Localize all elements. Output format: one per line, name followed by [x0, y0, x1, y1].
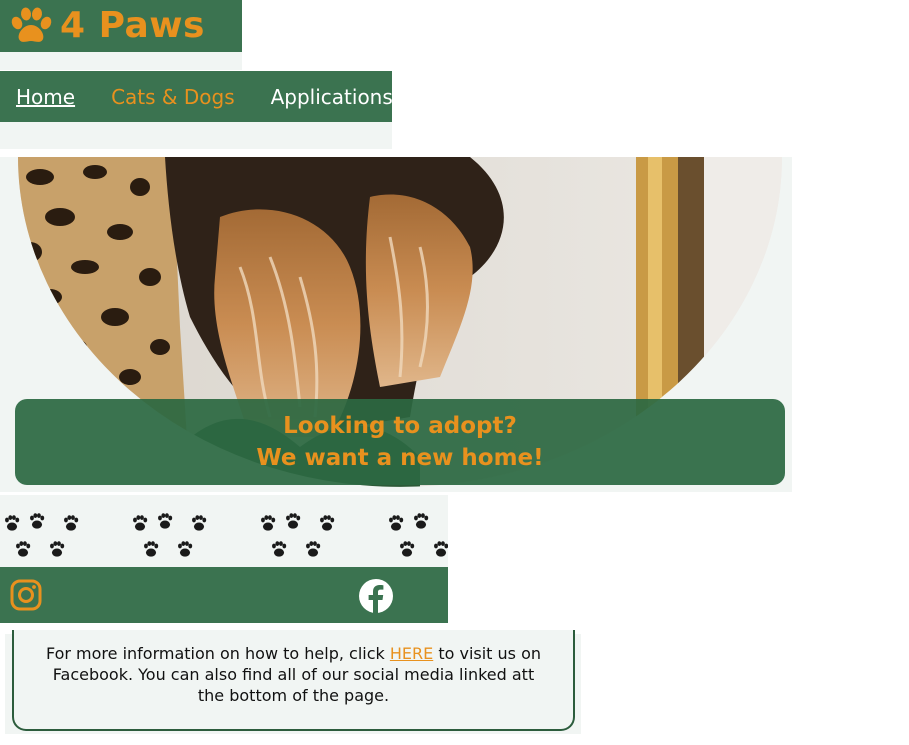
facebook-here-link[interactable]: HERE	[390, 644, 433, 663]
info-box: For more information on how to help, cli…	[12, 630, 575, 731]
hero-section: Looking to adopt? We want a new home!	[0, 157, 792, 492]
nav-item-applications[interactable]: Applications	[271, 85, 393, 109]
info-text-start: For more information on how to help, cli…	[45, 644, 390, 663]
paw-print-strip	[0, 495, 448, 567]
info-section: For more information on how to help, cli…	[5, 630, 581, 734]
logo-bar: 4 Paws	[0, 0, 242, 70]
brand-name[interactable]: 4 Paws	[60, 8, 205, 44]
hero-banner: Looking to adopt? We want a new home!	[15, 399, 785, 485]
hero-headline: Looking to adopt?	[283, 413, 517, 439]
hero-subheadline: We want a new home!	[256, 445, 544, 471]
nav-item-home[interactable]: Home	[16, 85, 75, 109]
main-nav: Home Cats & Dogs Applications	[0, 71, 393, 122]
paw-prints-icon	[0, 495, 448, 567]
nav-item-cats-dogs[interactable]: Cats & Dogs	[111, 85, 235, 109]
facebook-icon[interactable]	[358, 578, 394, 614]
paw-icon	[11, 7, 52, 42]
instagram-icon[interactable]	[10, 579, 42, 611]
social-bar	[0, 567, 448, 623]
nav-spacer	[0, 122, 392, 149]
